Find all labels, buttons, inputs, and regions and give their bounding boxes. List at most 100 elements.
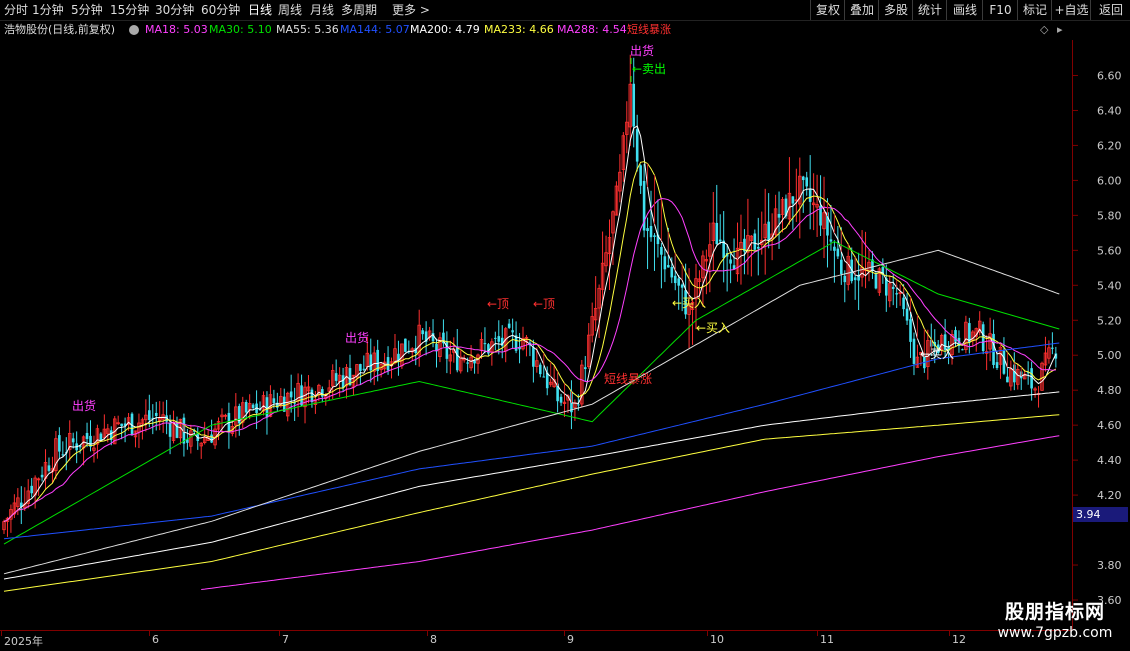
signal-annotation: 出货 — [345, 330, 369, 345]
candle-body — [483, 343, 487, 345]
candle-body — [583, 367, 587, 370]
settings-icon[interactable] — [129, 25, 139, 35]
time-label: 8 — [430, 633, 437, 646]
ma-label: MA233: 4.66 — [484, 23, 554, 36]
signal-annotation: 出货 — [630, 43, 654, 58]
period-tab[interactable]: 30分钟 — [155, 1, 194, 19]
ma-label: MA200: 4.79 — [410, 23, 480, 36]
current-price-tag: 3.94 — [1073, 507, 1128, 522]
time-tick — [564, 631, 565, 636]
candle-body — [473, 360, 476, 364]
time-label: 10 — [710, 633, 724, 646]
period-tab[interactable]: 月线 — [310, 1, 334, 19]
candle-body — [359, 364, 362, 371]
candle-body — [1002, 350, 1006, 374]
toolbar-button[interactable]: 多股 — [878, 0, 913, 20]
period-tab[interactable]: 5分钟 — [71, 1, 103, 19]
signal-annotation: ←卖出 — [632, 62, 666, 76]
candle-body — [635, 129, 639, 162]
period-tab[interactable]: 日线 — [248, 1, 272, 19]
signal-annotation: ←买入 — [920, 347, 954, 361]
candle-body — [251, 404, 255, 408]
watermark-logo: 股朋指标网 www.7gpzb.com — [986, 600, 1124, 648]
candle-body — [511, 330, 514, 333]
time-label: 2025年 — [4, 635, 43, 648]
candle-body — [175, 422, 179, 438]
ma-overlay-ma200 — [3, 249, 1060, 575]
ma-label: MA30: 5.10 — [209, 23, 272, 36]
candle-body — [58, 435, 61, 452]
time-tick — [279, 631, 280, 636]
diamond-icon[interactable]: ◇ — [1040, 21, 1048, 39]
candle-body — [310, 389, 314, 403]
candle-body — [667, 265, 670, 268]
candle-body — [905, 308, 909, 321]
toolbar-button[interactable]: 返回 — [1090, 0, 1130, 20]
candle-body — [653, 235, 656, 237]
toolbar-button[interactable]: 统计 — [912, 0, 947, 20]
toolbar-button[interactable]: 复权 — [810, 0, 845, 20]
ma-label: MA288: 4.54 — [557, 23, 627, 36]
candle-body — [445, 341, 449, 359]
candle-body — [840, 259, 843, 275]
toolbar-button[interactable]: 画线 — [946, 0, 983, 20]
candle-body — [715, 222, 719, 245]
candle-body — [289, 391, 293, 398]
candle-body — [1051, 347, 1054, 349]
candle-body — [729, 259, 732, 264]
candle-body — [874, 274, 878, 289]
candle-body — [455, 346, 459, 371]
candle-body — [718, 239, 722, 242]
toolbar-button[interactable]: +自选 — [1051, 0, 1091, 20]
scroll-arrow-icon[interactable]: ▸ — [1057, 21, 1063, 39]
kline-chart[interactable]: 出货 出货 ←顶 ←顶 出货 ←卖出 短线暴涨 ←买入 ←买入 ←买入 — [0, 40, 1072, 630]
toolbar-button[interactable]: 叠加 — [844, 0, 879, 20]
candle-body — [30, 485, 33, 494]
signal-annotation: ←买入 — [672, 296, 706, 310]
candle-body — [680, 284, 684, 288]
kline-svg[interactable]: 出货出货←顶 ←顶出货←卖出短线暴涨←买入←买入←买入 — [0, 40, 1072, 630]
candle-body — [808, 188, 812, 202]
candle-body — [843, 275, 847, 283]
signal-annotation: ←顶 — [533, 297, 555, 311]
axis-tick-label: 4.40 — [1097, 454, 1122, 467]
period-tab[interactable]: 15分钟 — [110, 1, 149, 19]
candle-body — [494, 337, 497, 339]
candle-body — [732, 265, 736, 269]
period-tab[interactable]: 分时 — [4, 1, 28, 19]
period-tab[interactable]: 周线 — [278, 1, 302, 19]
period-tab[interactable]: 60分钟 — [201, 1, 240, 19]
axis-tick-label: 3.80 — [1097, 559, 1122, 572]
candle-body — [321, 389, 324, 397]
ma-overlay-magenta_long — [201, 435, 1060, 590]
stock-title: 浩物股份(日线,前复权) — [4, 23, 116, 36]
candle-body — [466, 362, 469, 364]
toolbar-button[interactable]: F10 — [982, 0, 1018, 20]
ma-overlay-ma288 — [3, 391, 1060, 580]
candle-body — [577, 404, 580, 406]
axis-tick-label: 5.60 — [1097, 244, 1122, 257]
axis-tick-label: 5.20 — [1097, 314, 1122, 327]
candle-body — [1006, 376, 1009, 383]
watermark-line1: 股朋指标网 — [1004, 601, 1105, 623]
period-tab[interactable]: 多周期 — [341, 1, 377, 19]
candle-body — [154, 412, 158, 416]
period-tab[interactable]: 更多 > — [392, 1, 430, 19]
time-tick — [707, 631, 708, 636]
signal-annotation: 短线暴涨 — [604, 371, 652, 386]
time-label: 7 — [282, 633, 289, 646]
candle-body — [912, 338, 916, 364]
axis-tick-label: 4.80 — [1097, 384, 1122, 397]
time-tick — [427, 631, 428, 636]
candle-body — [421, 330, 424, 335]
period-tab[interactable]: 1分钟 — [32, 1, 64, 19]
axis-tick-label: 6.20 — [1097, 139, 1122, 152]
ma-overlay-ma233 — [3, 342, 1060, 540]
candle-body — [805, 177, 809, 187]
candle-body — [210, 434, 213, 443]
candle-body — [168, 422, 172, 437]
candle-body — [334, 373, 338, 381]
axis-tick-label: 5.80 — [1097, 209, 1122, 222]
toolbar-button[interactable]: 标记 — [1017, 0, 1052, 20]
period-toolbar: 分时 1分钟 5分钟 15分钟 30分钟 60分钟 日线 周线 月线 多周期 更多 > 复权 叠加 多股… — [0, 0, 1130, 21]
